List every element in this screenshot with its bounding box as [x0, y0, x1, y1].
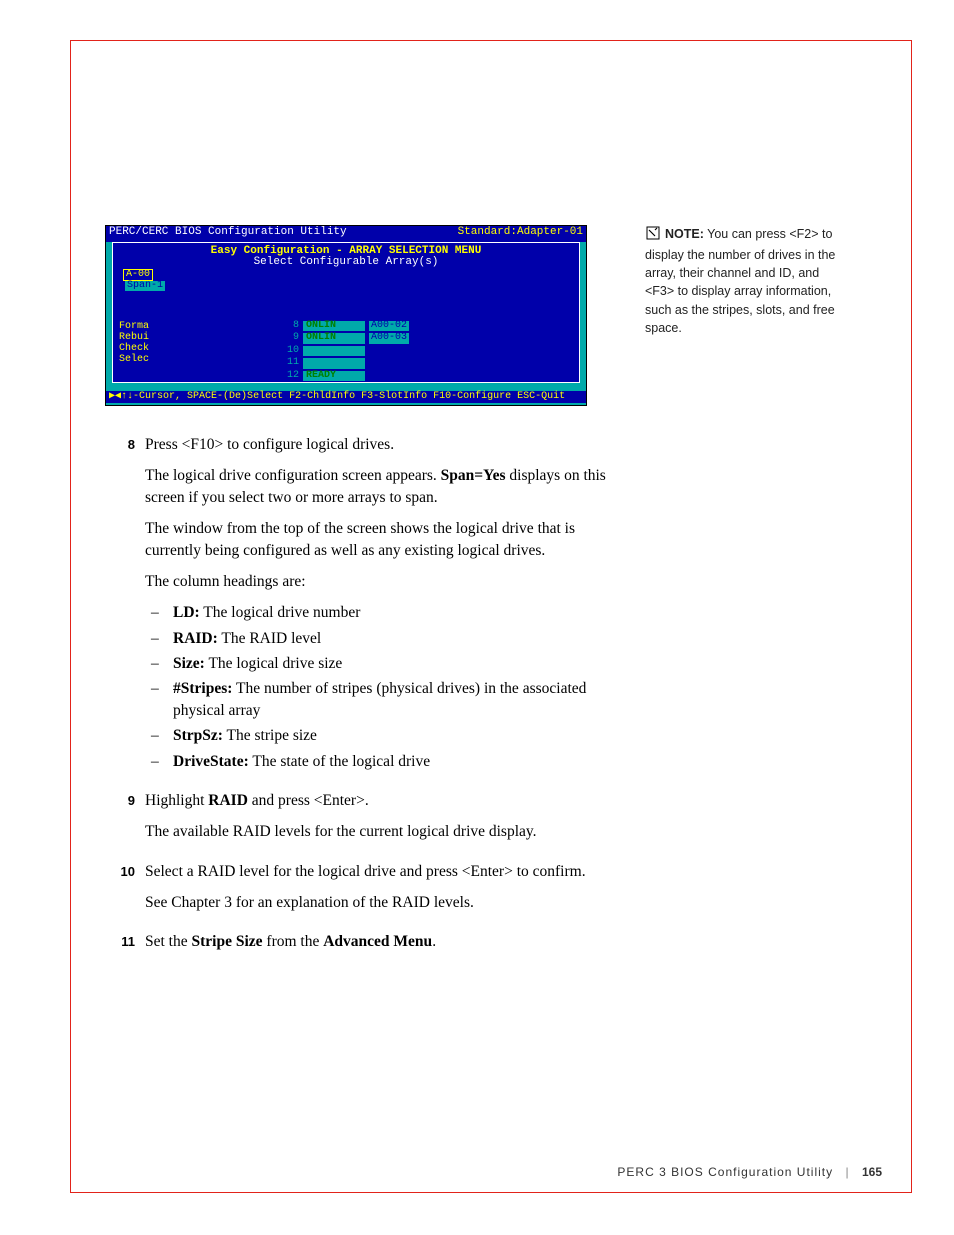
bios-span-label: Span-1 [125, 281, 165, 292]
note-label: NOTE: [665, 227, 704, 241]
list-desc: The state of the logical drive [249, 753, 430, 770]
bios-left-menu-item: Selec [119, 354, 149, 365]
step-text: The column headings are: [145, 571, 615, 592]
list-term: LD: [173, 604, 200, 621]
bios-left-menu: Forma Rebui Check Selec [119, 321, 149, 365]
list-desc: The logical drive number [200, 604, 361, 621]
list-term: Size: [173, 655, 205, 672]
step-text: See Chapter 3 for an explanation of the … [145, 892, 615, 913]
bios-row-num: 9 [283, 333, 299, 344]
bios-title-right: Standard:Adapter-01 [458, 227, 583, 239]
step-8: 8 Press <F10> to configure logical drive… [105, 434, 615, 782]
bios-screenshot: PERC/CERC BIOS Configuration Utility Sta… [105, 225, 615, 406]
bios-row-status: ONLIN [303, 321, 365, 332]
step-text: Select a RAID level for the logical driv… [145, 861, 615, 882]
step-text: Press <F10> to configure logical drives. [145, 434, 615, 455]
list-term: RAID: [173, 630, 218, 647]
list-term: #Stripes: [173, 680, 232, 697]
bios-row-tag: A00-03 [369, 333, 409, 344]
footer-sep: | [846, 1165, 850, 1179]
list-desc: The number of stripes (physical drives) … [173, 680, 586, 718]
bios-hint-bar: ▶◀↑↓-Cursor, SPACE-(De)Select F2-ChldInf… [106, 391, 586, 404]
step-text: The window from the top of the screen sh… [145, 518, 615, 561]
column-headings-list: –LD: The logical drive number –RAID: The… [145, 602, 615, 772]
footer-title: PERC 3 BIOS Configuration Utility [617, 1165, 833, 1179]
bios-row-num: 12 [283, 371, 299, 382]
bios-row-num: 11 [283, 358, 299, 369]
bios-left-menu-item: Check [119, 343, 149, 354]
step-number: 8 [105, 434, 135, 782]
bios-row-num: 10 [283, 346, 299, 357]
list-term: StrpSz: [173, 727, 223, 744]
note-text: You can press <F2> to display the number… [645, 227, 835, 335]
page-footer: PERC 3 BIOS Configuration Utility | 165 [617, 1165, 882, 1179]
list-desc: The stripe size [223, 727, 317, 744]
bios-row-tag: A00-02 [369, 321, 409, 332]
bios-menu-sub: Select Configurable Array(s) [117, 257, 575, 269]
step-number: 9 [105, 790, 135, 853]
step-11: 11 Set the Stripe Size from the Advanced… [105, 931, 615, 962]
list-term: DriveState: [173, 753, 249, 770]
step-text: The logical drive configuration screen a… [145, 465, 615, 508]
step-9: 9 Highlight RAID and press <Enter>. The … [105, 790, 615, 853]
step-number: 10 [105, 861, 135, 924]
page-number: 165 [862, 1165, 882, 1179]
list-desc: The RAID level [218, 630, 321, 647]
step-text: The available RAID levels for the curren… [145, 821, 615, 842]
bios-row-status: READY [303, 371, 365, 382]
step-10: 10 Select a RAID level for the logical d… [105, 861, 615, 924]
step-text: Highlight RAID and press <Enter>. [145, 790, 615, 811]
bios-row-status [303, 346, 365, 357]
bios-row-status: ONLIN [303, 333, 365, 344]
bios-row-num: 8 [283, 321, 299, 332]
step-text: Set the Stripe Size from the Advanced Me… [145, 931, 615, 952]
note-block: NOTE: You can press <F2> to display the … [645, 225, 845, 337]
bios-title-left: PERC/CERC BIOS Configuration Utility [109, 227, 347, 239]
bios-left-menu-item: Forma [119, 321, 149, 332]
step-number: 11 [105, 931, 135, 962]
list-desc: The logical drive size [205, 655, 342, 672]
note-icon [645, 225, 661, 246]
bios-left-menu-item: Rebui [119, 332, 149, 343]
bios-drive-rows: 8 ONLIN A00-02 9 ONLIN A00-03 10 11 12 READY [283, 321, 409, 384]
bios-row-status [303, 358, 365, 369]
